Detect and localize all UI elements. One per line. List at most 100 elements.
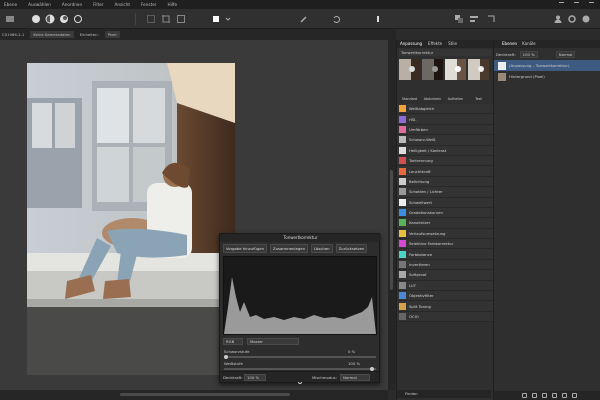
menu-item[interactable]: Ansicht xyxy=(115,0,130,9)
blend-mode-dropdown[interactable]: Normal xyxy=(340,374,370,381)
reset-button[interactable]: Zurücksetzen xyxy=(335,244,368,253)
tab-layers[interactable]: Ebenen xyxy=(502,40,517,48)
adjustment-item[interactable]: Farbbalance xyxy=(397,249,494,260)
trash-icon[interactable] xyxy=(572,393,577,398)
black-level-slider[interactable] xyxy=(224,356,376,358)
tab-adjustments[interactable]: Anpassung xyxy=(400,40,422,48)
adjustment-label: Helligkeit / Kontrast xyxy=(409,147,447,153)
adjustment-item[interactable]: Helligkeit / Kontrast xyxy=(397,145,494,156)
mask-icon[interactable] xyxy=(175,13,186,24)
persona-photo-icon[interactable] xyxy=(4,13,15,24)
adjustment-item[interactable]: HSL xyxy=(397,114,494,125)
menu-item[interactable]: Anordnen xyxy=(62,0,82,9)
adjustment-search-input[interactable]: Finden xyxy=(397,390,491,398)
opacity-field[interactable]: 100 % xyxy=(244,374,266,381)
vertical-scrollbar[interactable] xyxy=(388,40,396,390)
adjustment-item[interactable]: Kanalmixer xyxy=(397,218,494,229)
info-icon[interactable] xyxy=(372,13,383,24)
maximize-icon[interactable] xyxy=(574,2,579,7)
adjustment-item[interactable]: Split Toning xyxy=(397,301,494,312)
adjustment-layer-icon[interactable] xyxy=(542,393,547,398)
delete-button[interactable]: Löschen xyxy=(310,244,333,253)
adjustment-label: Objektivfilter xyxy=(409,293,434,299)
layer-thumbnail xyxy=(498,61,506,70)
adjustment-preset-header[interactable]: Tonwertkorrektur xyxy=(399,49,492,56)
layer-row-adjustment[interactable]: (Anpassung – Tonwertkorrektur) xyxy=(494,60,600,71)
chevron-down-icon[interactable] xyxy=(222,13,233,24)
white-level-slider[interactable] xyxy=(224,368,376,370)
mode-dropdown[interactable]: Master xyxy=(247,338,299,345)
layer-opacity-field[interactable]: 100 % xyxy=(519,50,538,58)
tab-styles[interactable]: Stile xyxy=(448,40,457,48)
preset-thumb-lighten[interactable] xyxy=(445,59,466,80)
fx-icon[interactable] xyxy=(552,393,557,398)
adjustment-item[interactable]: OCIO xyxy=(397,311,494,323)
units-dropdown[interactable]: Pixel xyxy=(104,31,120,38)
adjustment-label: Belichtung xyxy=(409,178,430,184)
layer-blend-dropdown[interactable]: Normal xyxy=(555,50,576,58)
tab-effects[interactable]: Effekte xyxy=(428,40,442,48)
adjustment-item[interactable]: Weißabgleich xyxy=(397,104,494,115)
adjustment-item[interactable]: Tontrennung xyxy=(397,155,494,167)
layer-row-background[interactable]: Hintergrund (Pixel) xyxy=(494,71,600,82)
adjustment-item[interactable]: Schwellwert xyxy=(397,197,494,208)
black-level-knob[interactable] xyxy=(224,355,228,359)
person-icon[interactable] xyxy=(552,13,563,24)
adjustment-item[interactable]: Invertieren xyxy=(397,259,494,271)
brush-icon[interactable] xyxy=(298,13,309,24)
adjustment-item[interactable]: Schwarz-Weiß xyxy=(397,135,494,146)
white-level-value[interactable]: 100 % xyxy=(348,361,360,366)
adjustment-item[interactable]: Selektive Farbkorrektur xyxy=(397,239,494,250)
preset-thumb-standard[interactable] xyxy=(399,59,420,80)
color-swatch-icon[interactable] xyxy=(210,13,221,24)
undo-icon[interactable] xyxy=(330,13,341,24)
tab-channels[interactable]: Kanäle xyxy=(522,40,536,48)
close-icon[interactable] xyxy=(589,2,594,7)
circle-full-icon[interactable] xyxy=(30,13,41,24)
histogram xyxy=(223,256,377,335)
circle-half-icon[interactable] xyxy=(44,13,55,24)
adjustment-label: Tontrennung xyxy=(409,158,433,164)
camera-data-button[interactable]: Keine Kameradaten xyxy=(30,31,74,38)
snap-icon[interactable] xyxy=(485,13,496,24)
photo-image[interactable] xyxy=(27,63,235,375)
adjustment-item[interactable]: Gradationskurven xyxy=(397,207,494,219)
adjustment-icon xyxy=(399,198,406,206)
select-icon[interactable] xyxy=(145,13,156,24)
adjustment-item[interactable]: Softproof xyxy=(397,270,494,281)
preset-thumb-text[interactable] xyxy=(468,59,489,80)
arrange-icon[interactable] xyxy=(453,13,464,24)
add-preset-button[interactable]: Vorgabe hinzufügen xyxy=(223,244,267,253)
circle-ring-icon[interactable] xyxy=(72,13,83,24)
menu-item[interactable]: Hilfe xyxy=(168,0,178,9)
adjustment-item[interactable]: Objektivfilter xyxy=(397,291,494,302)
adjustment-label: Kanalmixer xyxy=(409,220,431,226)
align-icon[interactable] xyxy=(468,13,479,24)
black-level-value[interactable]: 0 % xyxy=(348,349,355,354)
preset-thumb-darken[interactable] xyxy=(422,59,443,80)
horizontal-scrollbar[interactable] xyxy=(0,390,388,400)
adjustment-item[interactable]: Umfärben xyxy=(397,124,494,136)
adjustment-item[interactable]: Verlaufsumsetzung xyxy=(397,228,494,240)
channel-dropdown[interactable]: RGB xyxy=(223,338,243,345)
circle-contrast-icon[interactable] xyxy=(58,13,69,24)
adjustment-item[interactable]: Leuchtkraft xyxy=(397,166,494,177)
adjustment-label: Farbbalance xyxy=(409,251,433,257)
adjustment-label: Schwarz-Weiß xyxy=(409,137,436,143)
menu-item[interactable]: Fenster xyxy=(141,0,157,9)
adjustment-item[interactable]: Schatten / Lichter xyxy=(397,187,494,198)
crop-icon[interactable] xyxy=(160,13,171,24)
add-layer-icon[interactable] xyxy=(522,393,527,398)
group-icon[interactable] xyxy=(562,393,567,398)
adjustment-item[interactable]: LUT xyxy=(397,280,494,292)
adjustment-item[interactable]: Belichtung xyxy=(397,176,494,188)
mask-layer-icon[interactable] xyxy=(532,393,537,398)
menu-item[interactable]: Filter xyxy=(93,0,103,9)
menu-item[interactable]: Auswählen xyxy=(28,0,51,9)
minimize-icon[interactable] xyxy=(559,2,564,7)
help-icon[interactable] xyxy=(580,13,591,24)
merge-button[interactable]: Zusammenlegen xyxy=(269,244,308,253)
menu-item[interactable]: Ebene xyxy=(4,0,17,9)
gear-icon[interactable] xyxy=(566,13,577,24)
adjustment-icon xyxy=(399,250,406,258)
